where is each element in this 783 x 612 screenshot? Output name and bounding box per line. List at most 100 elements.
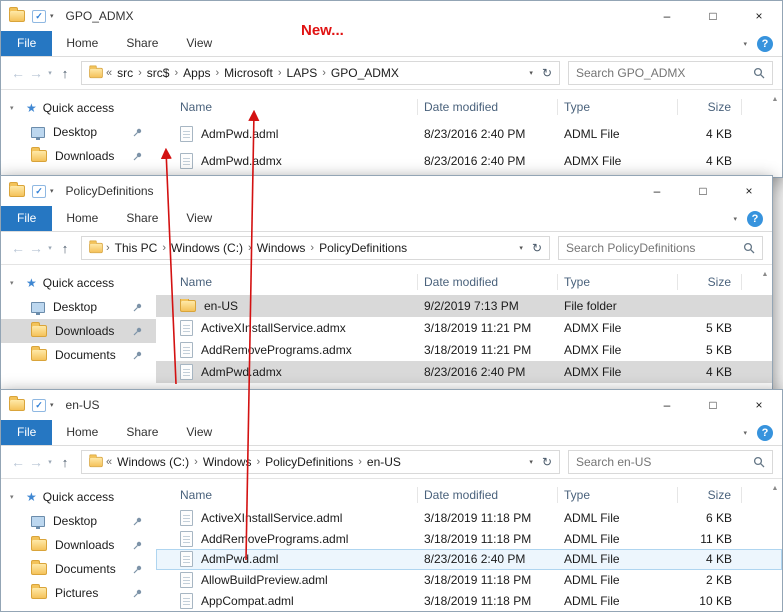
column-size[interactable]: Size [678,99,742,115]
breadcrumb[interactable]: GPO_ADMX [328,66,402,80]
close-button[interactable]: × [736,1,782,31]
column-date-modified[interactable]: Date modified [418,487,558,503]
titlebar[interactable]: ✓ ▾ GPO_ADMX – □ × [1,1,782,31]
column-type[interactable]: Type [558,99,678,115]
maximize-button[interactable]: □ [690,1,736,31]
search-icon[interactable] [743,242,755,254]
column-type[interactable]: Type [558,274,678,290]
sidebar-item-documents[interactable]: Documents [1,343,156,367]
sidebar-item-quick-access[interactable]: ▾ ★ Quick access [1,485,156,509]
sidebar-item-desktop[interactable]: Desktop [1,295,156,319]
breadcrumb[interactable]: This PC [112,241,161,255]
chevron-down-icon[interactable]: ▾ [10,493,20,501]
tab-view[interactable]: View [172,420,226,445]
chevron-down-icon[interactable]: ▾ [10,104,20,112]
column-size[interactable]: Size [678,274,742,290]
address-bar[interactable]: « Windows (C:) › Windows › PolicyDefinit… [81,450,560,474]
minimize-button[interactable]: – [644,390,690,420]
ribbon-collapse-icon[interactable]: ▾ [743,429,747,437]
search-input[interactable] [576,66,753,80]
tab-file[interactable]: File [1,206,52,231]
breadcrumb[interactable]: Windows (C:) [114,455,192,469]
back-button[interactable]: ← [9,240,27,256]
tab-share[interactable]: Share [112,31,172,56]
column-date-modified[interactable]: Date modified [418,274,558,290]
tab-view[interactable]: View [172,31,226,56]
sidebar-item-desktop[interactable]: Desktop [1,120,156,144]
tab-home[interactable]: Home [52,31,112,56]
qat-dropdown-icon[interactable]: ▾ [50,12,54,20]
column-type[interactable]: Type [558,487,678,503]
qat-dropdown-icon[interactable]: ▾ [50,187,54,195]
up-button[interactable]: ↑ [55,66,75,81]
file-row[interactable]: AddRemovePrograms.admx 3/18/2019 11:21 P… [156,339,772,361]
quick-access-toolbar-icon[interactable]: ✓ [32,399,46,412]
forward-button[interactable]: → [27,454,45,470]
breadcrumb[interactable]: Windows [200,455,255,469]
breadcrumb[interactable]: src [114,66,136,80]
file-row[interactable]: ActiveXInstallService.adml 3/18/2019 11:… [156,507,782,528]
search-input[interactable] [576,455,753,469]
close-button[interactable]: × [736,390,782,420]
ribbon-collapse-icon[interactable]: ▾ [733,215,737,223]
address-bar[interactable]: « src › src$ › Apps › Microsoft › LAPS ›… [81,61,560,85]
scroll-up-icon[interactable]: ▲ [772,96,779,103]
recent-locations-icon[interactable]: ▾ [45,244,55,252]
address-dropdown-icon[interactable]: ▾ [519,244,523,252]
tab-file[interactable]: File [1,31,52,56]
scrollbar[interactable]: ▲ [768,92,782,177]
tab-home[interactable]: Home [52,206,112,231]
breadcrumb[interactable]: PolicyDefinitions [316,241,410,255]
recent-locations-icon[interactable]: ▾ [45,69,55,77]
file-row[interactable]: AdmPwd.adml 8/23/2016 2:40 PM ADML File … [156,120,782,147]
breadcrumb[interactable]: Windows (C:) [168,241,246,255]
quick-access-toolbar-icon[interactable]: ✓ [32,185,46,198]
scrollbar[interactable]: ▲ [758,267,772,389]
qat-dropdown-icon[interactable]: ▾ [50,401,54,409]
maximize-button[interactable]: □ [680,176,726,206]
column-name[interactable]: Name [156,487,418,503]
tab-home[interactable]: Home [52,420,112,445]
column-date-modified[interactable]: Date modified [418,99,558,115]
breadcrumb[interactable]: Windows [254,241,309,255]
help-icon[interactable]: ? [747,211,763,227]
up-button[interactable]: ↑ [55,241,75,256]
refresh-icon[interactable]: ↻ [542,66,552,80]
breadcrumb[interactable]: LAPS [284,66,321,80]
refresh-icon[interactable]: ↻ [542,455,552,469]
titlebar[interactable]: ✓ ▾ PolicyDefinitions – □ × [1,176,772,206]
file-row[interactable]: AdmPwd.adml 8/23/2016 2:40 PM ADML File … [156,549,782,570]
sidebar-item-pictures[interactable]: Pictures [1,581,156,605]
sidebar-item-downloads[interactable]: Downloads [1,533,156,557]
breadcrumb[interactable]: en-US [364,455,404,469]
column-size[interactable]: Size [678,487,742,503]
scrollbar[interactable]: ▲ [768,481,782,611]
sidebar-item-downloads[interactable]: Downloads [1,319,156,343]
forward-button[interactable]: → [27,240,45,256]
tab-share[interactable]: Share [112,420,172,445]
minimize-button[interactable]: – [644,1,690,31]
back-button[interactable]: ← [9,65,27,81]
file-row[interactable]: AdmPwd.admx 8/23/2016 2:40 PM ADMX File … [156,361,772,383]
file-row[interactable]: AddRemovePrograms.adml 3/18/2019 11:18 P… [156,528,782,549]
minimize-button[interactable]: – [634,176,680,206]
file-row[interactable]: AllowBuildPreview.adml 3/18/2019 11:18 P… [156,570,782,591]
sidebar-item-quick-access[interactable]: ▾ ★ Quick access [1,271,156,295]
address-dropdown-icon[interactable]: ▾ [529,458,533,466]
breadcrumb[interactable]: src$ [144,66,173,80]
search-icon[interactable] [753,67,765,79]
quick-access-toolbar-icon[interactable]: ✓ [32,10,46,23]
search-input[interactable] [566,241,743,255]
address-bar[interactable]: › This PC › Windows (C:) › Windows › Pol… [81,236,550,260]
forward-button[interactable]: → [27,65,45,81]
recent-locations-icon[interactable]: ▾ [45,458,55,466]
chevron-down-icon[interactable]: ▾ [10,279,20,287]
path-truncation[interactable]: « [104,67,114,79]
sidebar-item-quick-access[interactable]: ▾ ★ Quick access [1,96,156,120]
sidebar-item-documents[interactable]: Documents [1,557,156,581]
breadcrumb[interactable]: Apps [180,66,213,80]
tab-view[interactable]: View [172,206,226,231]
address-dropdown-icon[interactable]: ▾ [529,69,533,77]
file-row[interactable]: ActiveXInstallService.admx 3/18/2019 11:… [156,317,772,339]
up-button[interactable]: ↑ [55,455,75,470]
